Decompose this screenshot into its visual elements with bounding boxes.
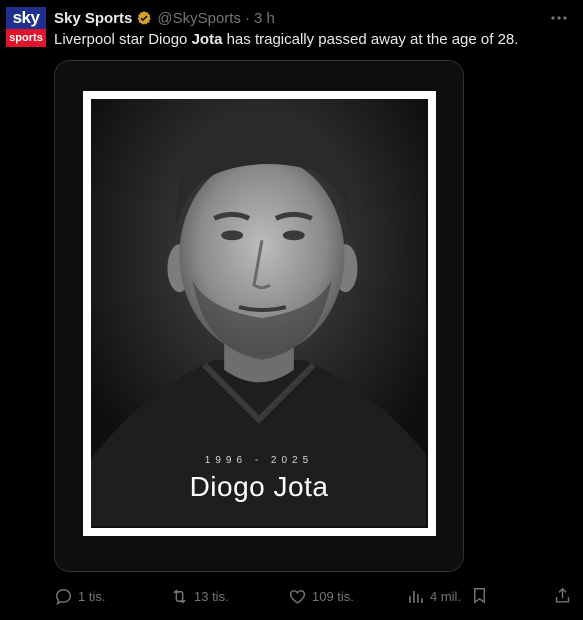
author-handle[interactable]: @SkySports bbox=[157, 10, 241, 27]
reply-icon bbox=[56, 588, 71, 605]
verified-badge-icon bbox=[136, 10, 152, 26]
reply-count: 1 tis. bbox=[78, 588, 106, 604]
tweet-text-start: Liverpool star Diogo bbox=[54, 31, 192, 48]
tweet-media[interactable]: 1996 - 2025 Diogo Jota bbox=[54, 60, 464, 572]
more-icon[interactable] bbox=[549, 8, 569, 28]
memorial-frame bbox=[83, 91, 436, 536]
timestamp[interactable]: 3 h bbox=[254, 10, 275, 27]
retweet-button[interactable]: 13 tis. bbox=[170, 584, 229, 608]
header-separator: · bbox=[244, 9, 250, 27]
memorial-name: Diogo Jota bbox=[189, 471, 329, 502]
bookmark-icon[interactable] bbox=[470, 586, 489, 605]
tweet-text-bold: Jota bbox=[191, 31, 223, 48]
avatar-logo-bottom: sports bbox=[6, 29, 46, 47]
tweet-text: Liverpool star Diogo Jota has tragically… bbox=[54, 30, 518, 50]
tweet-text-end: has tragically passed away at the age of… bbox=[222, 31, 519, 48]
views-icon bbox=[409, 590, 423, 603]
like-button[interactable]: 109 tis. bbox=[288, 584, 354, 608]
avatar[interactable]: sky sports bbox=[6, 7, 46, 47]
tweet-header: Sky Sports @SkySports · 3 h bbox=[54, 8, 275, 28]
tweet-actions: 1 tis. 13 tis. 109 tis. 4 mil. bbox=[54, 584, 583, 608]
retweet-icon bbox=[173, 589, 186, 603]
reply-button[interactable]: 1 tis. bbox=[54, 584, 105, 608]
author-name[interactable]: Sky Sports bbox=[54, 10, 132, 27]
share-icon[interactable] bbox=[553, 586, 572, 605]
avatar-logo-top: sky bbox=[6, 7, 46, 29]
views-button[interactable]: 4 mil. bbox=[406, 584, 461, 608]
like-count: 109 tis. bbox=[312, 588, 354, 604]
like-icon bbox=[289, 589, 306, 604]
memorial-years: 1996 - 2025 bbox=[204, 455, 314, 466]
retweet-count: 13 tis. bbox=[194, 588, 229, 604]
views-count: 4 mil. bbox=[430, 588, 462, 604]
